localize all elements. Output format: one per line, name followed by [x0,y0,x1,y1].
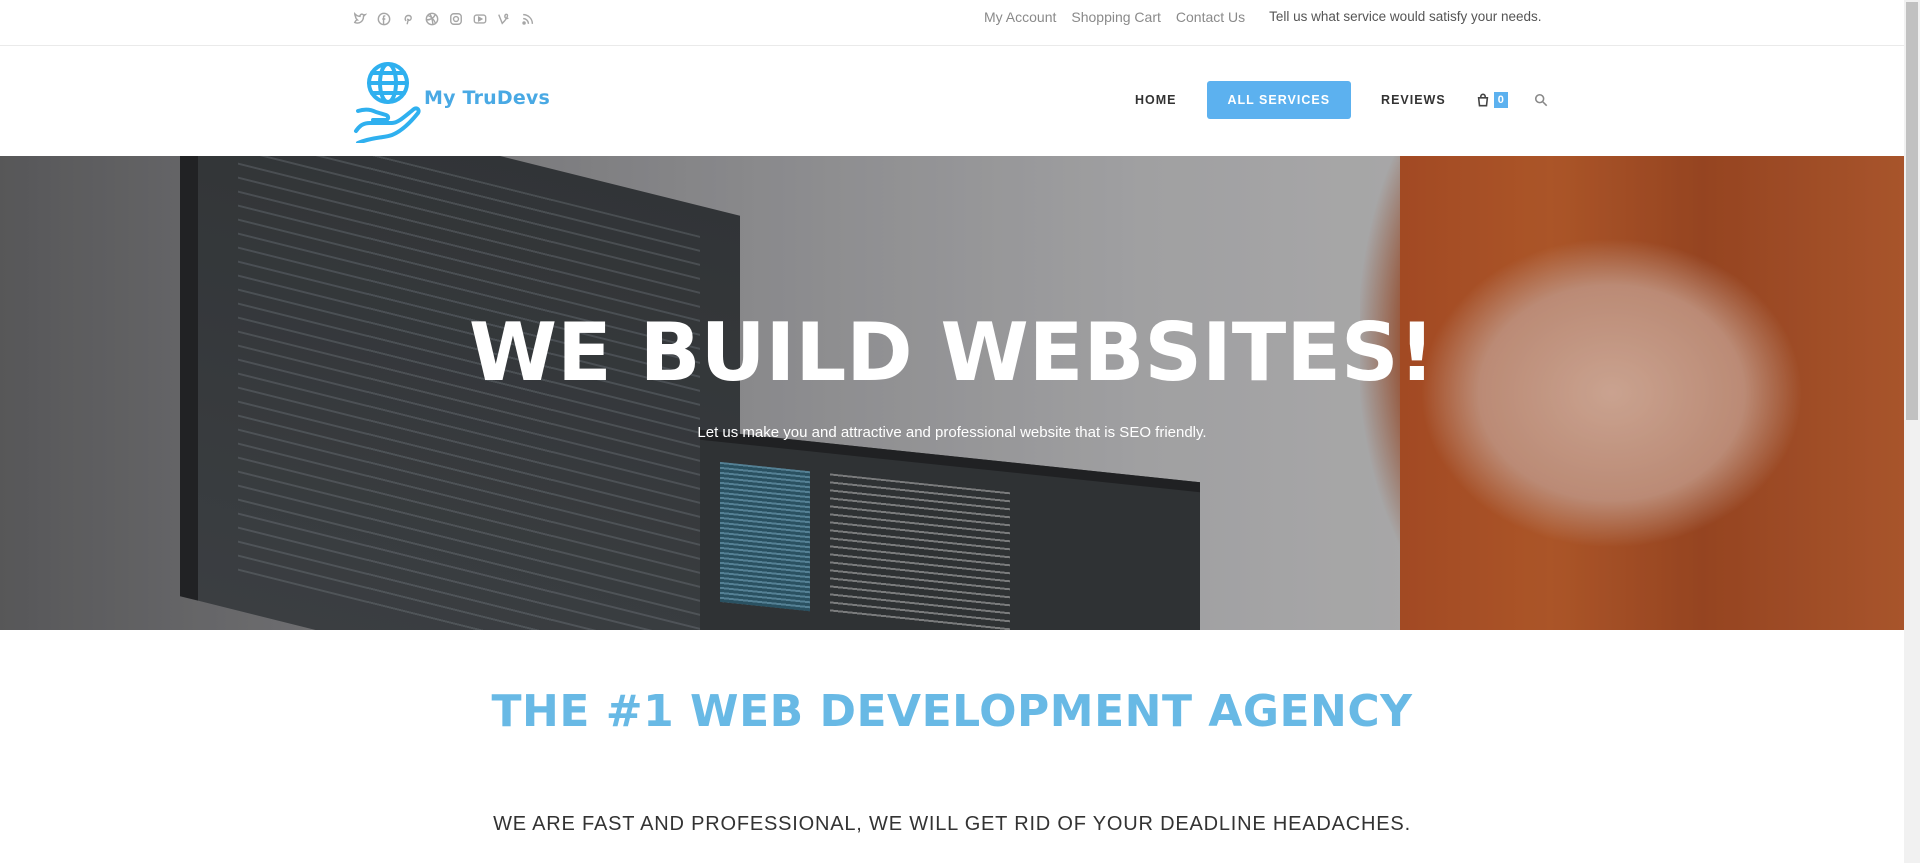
facebook-icon[interactable] [375,10,393,28]
contact-us-link[interactable]: Contact Us [1176,9,1245,25]
section-tagline: WE ARE FAST AND PROFESSIONAL, WE WILL GE… [493,813,1411,835]
shopping-cart-link[interactable]: Shopping Cart [1071,9,1161,25]
my-account-link[interactable]: My Account [984,9,1056,25]
site-header: My TruDevs HOME ALL SERVICES REVIEWS 0 [0,47,1904,156]
top-links: My Account Shopping Cart Contact Us Tell… [984,9,1542,25]
shopping-bag-icon [1477,93,1488,107]
hero-title: WE BUILD WEBSITES! [468,306,1436,399]
instagram-icon[interactable] [447,10,465,28]
site-logo[interactable]: My TruDevs [352,59,550,143]
logo-text: My TruDevs [424,87,551,109]
section-headline: THE #1 WEB DEVELOPMENT AGENCY [491,686,1413,737]
rss-icon[interactable] [519,10,537,28]
top-tagline: Tell us what service would satisfy your … [1269,9,1542,24]
nav-all-services[interactable]: ALL SERVICES [1206,81,1352,119]
vine-icon[interactable] [495,10,513,28]
dribbble-icon[interactable] [423,10,441,28]
globe-hand-icon [354,62,421,143]
pinterest-icon[interactable] [399,10,417,28]
hero-banner: WE BUILD WEBSITES! Let us make you and a… [0,156,1904,630]
nav-home[interactable]: HOME [1120,81,1192,119]
search-button[interactable] [1534,93,1548,107]
cart-count-badge: 0 [1493,92,1508,108]
search-icon [1534,93,1548,107]
social-links [351,10,537,28]
cart-button[interactable]: 0 [1476,92,1508,108]
scrollbar-thumb[interactable] [1906,2,1918,420]
nav-reviews[interactable]: REVIEWS [1366,81,1461,119]
top-bar: My Account Shopping Cart Contact Us Tell… [0,0,1904,46]
hero-subtitle: Let us make you and attractive and profe… [697,424,1207,441]
twitter-icon[interactable] [351,10,369,28]
youtube-icon[interactable] [471,10,489,28]
page-scrollbar[interactable] [1904,0,1920,863]
main-nav: HOME ALL SERVICES REVIEWS 0 [1120,81,1548,119]
